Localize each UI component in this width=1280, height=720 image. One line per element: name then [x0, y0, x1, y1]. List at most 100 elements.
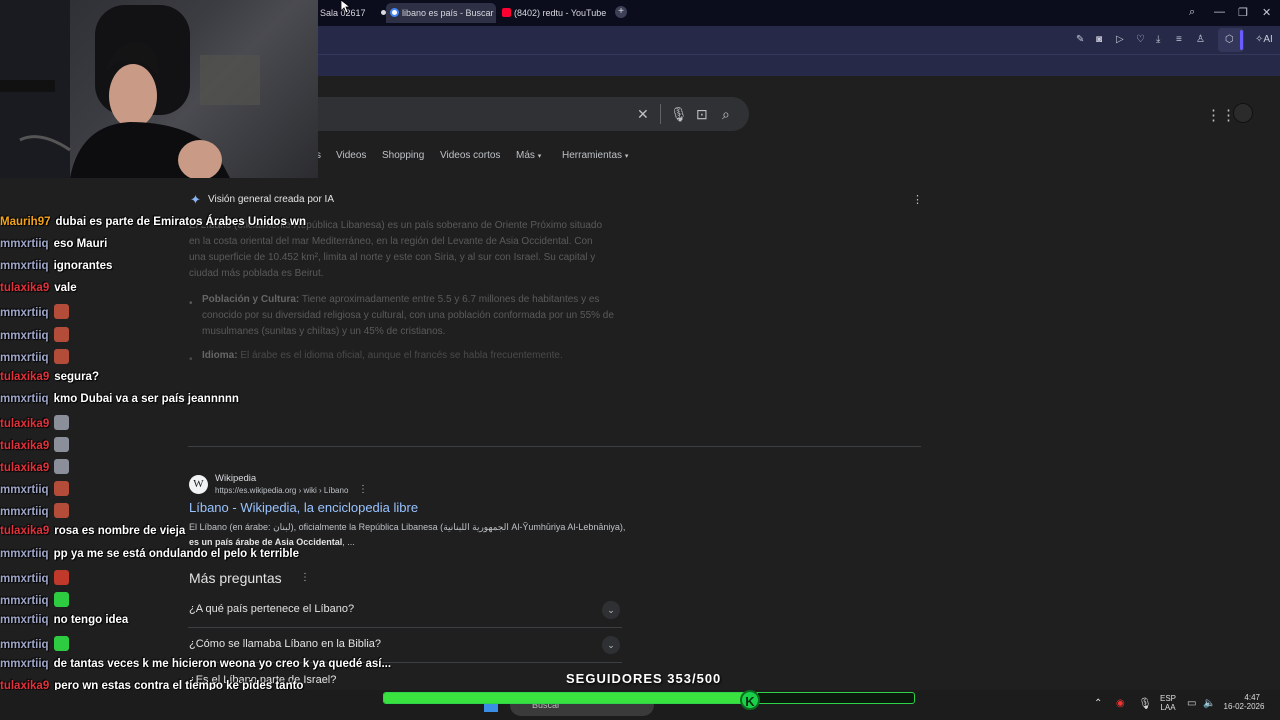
chat-username[interactable]: mmxrtiiq	[0, 595, 49, 607]
question-2[interactable]: ¿Cómo se llamaba Líbano en la Biblia?	[189, 638, 381, 650]
tab-google-search[interactable]: libano es país - Buscar co	[386, 3, 496, 23]
chat-username[interactable]: mmxrtiiq	[0, 393, 49, 405]
clear-search-icon[interactable]: ✕	[637, 106, 649, 123]
chat-username[interactable]: mmxrtiiq	[0, 352, 49, 364]
microphone-icon[interactable]: 🎙	[670, 106, 688, 123]
search-tabs-icon[interactable]: ⌕	[1189, 6, 1195, 19]
chevron-down-icon[interactable]: ⌄	[602, 601, 620, 619]
chat-text: vale	[54, 282, 77, 295]
chat-message: mmxrtiiq	[0, 304, 69, 320]
edit-icon[interactable]: ✎	[1076, 34, 1084, 45]
chat-username[interactable]: mmxrtiiq	[0, 573, 49, 585]
result-snippet: El Líbano (en árabe: لبنان), oficialment…	[189, 520, 629, 550]
menu-icon[interactable]: ≡	[1176, 34, 1182, 45]
tray-app-icon[interactable]: ◉	[1116, 698, 1125, 709]
result-site-name[interactable]: Wikipedia	[215, 473, 256, 484]
chat-message: mmxrtiiq pp ya me se está ondulando el pe…	[0, 548, 299, 560]
chat-text: pp ya me se está ondulando el pelo k ter…	[53, 547, 299, 560]
chat-username[interactable]: mmxrtiiq	[0, 639, 49, 651]
chat-message: mmxrtiiq eso Mauri	[0, 238, 107, 250]
more-options-icon[interactable]: ⋮	[912, 193, 923, 206]
heart-icon[interactable]: ♡	[1136, 34, 1145, 45]
chat-username[interactable]: mmxrtiiq	[0, 260, 49, 272]
chat-message: tulaxika9	[0, 437, 70, 452]
result-options-icon[interactable]: ⋮	[358, 484, 368, 495]
chat-text: segura?	[54, 370, 99, 383]
clock[interactable]: 4:47 16-02-2026	[1222, 693, 1266, 711]
chat-message: mmxrtiiq	[0, 503, 69, 519]
chat-text: kmo Dubai va a ser país jeannnnn	[53, 392, 239, 405]
chat-message: mmxrtiiq	[0, 481, 69, 497]
google-favicon-icon	[390, 8, 399, 17]
result-url[interactable]: https://es.wikipedia.org › wiki › Líbano	[215, 486, 348, 495]
chat-username[interactable]: tulaxika9	[0, 418, 49, 430]
question-1[interactable]: ¿A qué país pertenece el Líbano?	[189, 603, 354, 615]
chevron-down-icon[interactable]: ⌄	[602, 636, 620, 654]
accent-strip	[1240, 30, 1243, 50]
snippet-bold: es un país árabe de Asia Occidental	[189, 537, 343, 547]
tab-tools[interactable]: Herramientas ▾	[562, 150, 628, 161]
download-icon[interactable]: ⤓	[1156, 34, 1160, 45]
chat-username[interactable]: Maurih97	[0, 216, 51, 228]
chat-username[interactable]: mmxrtiiq	[0, 238, 49, 250]
follower-goal-progress	[383, 692, 915, 704]
chat-username[interactable]: tulaxika9	[0, 525, 49, 537]
tab-shopping[interactable]: Shopping	[382, 150, 424, 161]
chat-username[interactable]: tulaxika9	[0, 462, 49, 474]
chat-username[interactable]: mmxrtiiq	[0, 484, 49, 496]
profile-icon[interactable]: ♙	[1196, 34, 1205, 45]
cube-icon: ⬡	[1225, 34, 1234, 45]
tray-microphone-icon[interactable]: 🎙	[1138, 697, 1152, 710]
tab-more-label: Más	[516, 150, 535, 161]
search-icon[interactable]: ⌕	[722, 106, 730, 123]
tab-short-videos[interactable]: Videos cortos	[440, 150, 500, 161]
camera-icon[interactable]: ◙	[1096, 34, 1102, 45]
chat-message: tulaxika9 segura?	[0, 371, 99, 383]
chat-username[interactable]: mmxrtiiq	[0, 548, 49, 560]
result-title-link[interactable]: Líbano - Wikipedia, la enciclopedia libr…	[189, 500, 418, 515]
chat-message: tulaxika9 rosa es nombre de vieja	[0, 525, 185, 537]
tray-chevron-up-icon[interactable]: ⌃	[1094, 698, 1102, 709]
chat-message: mmxrtiiq	[0, 635, 69, 651]
mouse-cursor-icon	[341, 0, 350, 14]
apps-grid-icon[interactable]: ⋮⋮	[1206, 106, 1236, 124]
question-divider	[188, 627, 622, 628]
ai-button[interactable]: ✧AI	[1255, 34, 1273, 45]
bullet-text: El árabe es el idioma oficial, aunque el…	[237, 350, 563, 361]
chat-username[interactable]: mmxrtiiq	[0, 658, 49, 670]
minimize-icon[interactable]: —	[1214, 6, 1225, 18]
webcam-scene	[0, 0, 260, 178]
lang-bottom: LAA	[1160, 703, 1176, 712]
tab-label: (8402) redtu - YouTube	[514, 8, 607, 18]
chat-emote-icon	[53, 326, 69, 342]
chat-username[interactable]: tulaxika9	[0, 440, 49, 452]
chat-username[interactable]: mmxrtiiq	[0, 506, 49, 518]
chat-text: rosa es nombre de vieja	[54, 525, 186, 538]
tab-more[interactable]: Más ▾	[516, 150, 541, 161]
chat-text: eso Mauri	[53, 238, 108, 251]
more-questions-options-icon[interactable]: ⋮	[300, 572, 310, 583]
snippet-ellipsis: , ...	[342, 537, 355, 547]
chat-message: mmxrtiiq kmo Dubai va a ser país jeannnnn	[0, 393, 239, 405]
chat-emote-icon	[53, 569, 69, 585]
tab-videos[interactable]: Videos	[336, 150, 366, 161]
chat-username[interactable]: mmxrtiiq	[0, 307, 49, 319]
bullet-dot: •	[189, 298, 193, 309]
chat-username[interactable]: tulaxika9	[0, 371, 49, 383]
chat-message: mmxrtiiq	[0, 591, 69, 607]
tab-youtube[interactable]: (8402) redtu - YouTube	[498, 3, 608, 23]
volume-icon[interactable]: 🔈	[1203, 698, 1215, 709]
play-icon[interactable]: ▷	[1116, 34, 1124, 45]
chevron-down-icon: ▾	[537, 153, 542, 160]
chat-username[interactable]: mmxrtiiq	[0, 614, 49, 626]
avatar[interactable]	[1233, 103, 1253, 123]
webcam-feed	[0, 0, 318, 178]
chat-username[interactable]: tulaxika9	[0, 282, 49, 294]
new-tab-button[interactable]: +	[615, 6, 627, 18]
close-window-icon[interactable]: ✕	[1262, 6, 1271, 19]
network-icon[interactable]: ▭	[1187, 698, 1196, 709]
restore-icon[interactable]: ❐	[1238, 6, 1248, 19]
lens-icon[interactable]: ⊡	[696, 106, 708, 123]
chat-username[interactable]: mmxrtiiq	[0, 330, 49, 342]
language-indicator[interactable]: ESP LAA	[1158, 694, 1178, 712]
